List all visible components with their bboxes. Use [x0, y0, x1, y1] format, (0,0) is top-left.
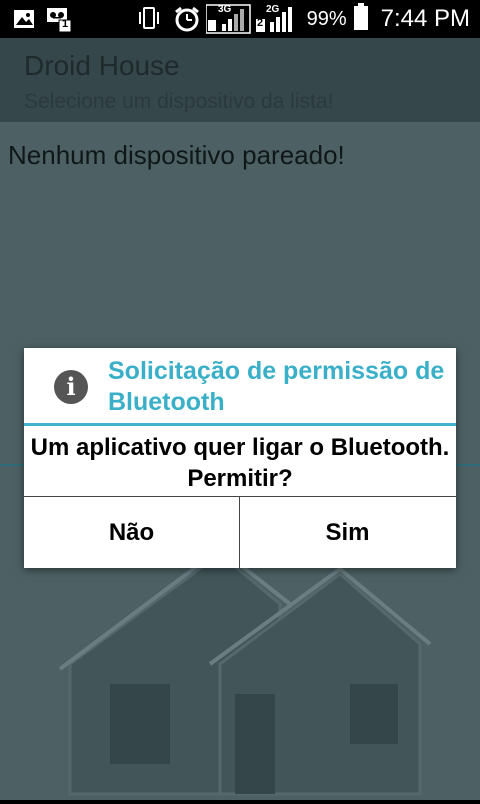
info-icon: i — [54, 370, 88, 404]
dialog-title: Solicitação de permissão de Bluetooth — [108, 357, 445, 416]
sim1-network-label: 3G — [218, 4, 232, 15]
vibrate-icon — [136, 4, 162, 34]
deny-button[interactable]: Não — [24, 497, 239, 568]
battery-percent: 99% — [306, 7, 347, 30]
allow-button[interactable]: Sim — [240, 497, 455, 568]
dialog-header: i Solicitação de permissão de Bluetooth — [24, 348, 456, 423]
alarm-icon — [172, 4, 202, 34]
app-subtitle: Selecione um dispositivo da lista! — [24, 90, 334, 113]
voicemail-icon: 1 — [44, 4, 74, 34]
status-bar: 1 3G 2 2G 99% 7:44 PM — [0, 0, 480, 38]
dialog-title-divider — [24, 423, 456, 426]
house-background-image — [58, 546, 432, 796]
dialog-message: Um aplicativo quer ligar o Bluetooth. Pe… — [30, 434, 450, 492]
sim2-network-label: 2G — [266, 4, 280, 15]
app-screen: Droid House Selecione um dispositivo da … — [0, 38, 480, 800]
signal-sim1-icon: 3G — [206, 4, 252, 34]
app-title: Droid House — [24, 50, 180, 81]
sim1-slot-badge: 1 — [62, 18, 69, 30]
gallery-icon — [12, 4, 36, 34]
signal-sim2-icon: 2 2G — [256, 4, 298, 34]
action-bar: Droid House Selecione um dispositivo da … — [0, 38, 480, 122]
battery-icon — [353, 2, 369, 36]
clock: 7:44 PM — [380, 5, 470, 32]
bluetooth-permission-dialog: i Solicitação de permissão de Bluetooth … — [24, 348, 456, 568]
sim2-slot-badge: 2 — [257, 17, 264, 29]
empty-device-list-message: Nenhum dispositivo pareado! — [8, 140, 345, 170]
